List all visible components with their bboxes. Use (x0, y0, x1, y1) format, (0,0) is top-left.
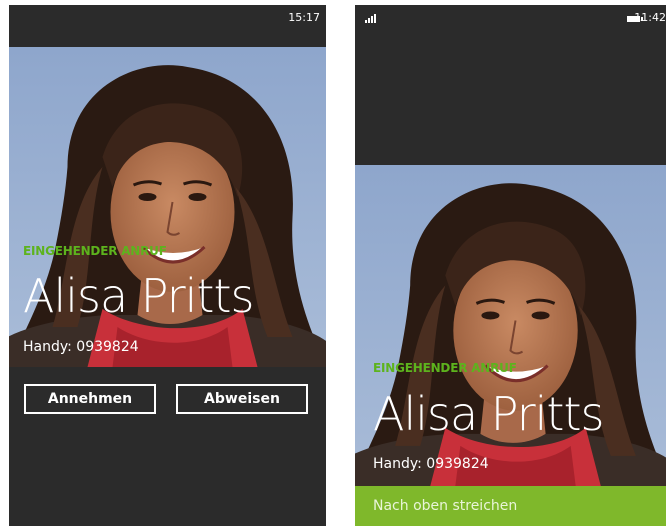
caller-name: Alisa Pritts (373, 387, 604, 441)
accept-call-button[interactable]: Annehmen (24, 384, 156, 414)
incoming-call-screen-left: 15:17 EINGEHENDER ANRUF Alisa Pritts Han… (9, 5, 326, 526)
incoming-call-label: EINGEHENDER ANRUF (373, 361, 517, 375)
caller-number: Handy: 0939824 (23, 339, 139, 355)
signal-icon (365, 14, 376, 23)
caller-name: Alisa Pritts (23, 269, 254, 323)
status-time: 11:42 (634, 11, 666, 24)
caller-number: Handy: 0939824 (373, 456, 489, 472)
incoming-call-screen-right: 11:42 EINGEHENDER ANRUF Alisa Pritts Han… (355, 5, 666, 526)
status-time: 15:17 (288, 11, 320, 24)
decline-call-button[interactable]: Abweisen (176, 384, 308, 414)
incoming-call-label: EINGEHENDER ANRUF (23, 244, 167, 258)
swipe-up-to-answer[interactable]: Nach oben streichen (355, 486, 666, 526)
